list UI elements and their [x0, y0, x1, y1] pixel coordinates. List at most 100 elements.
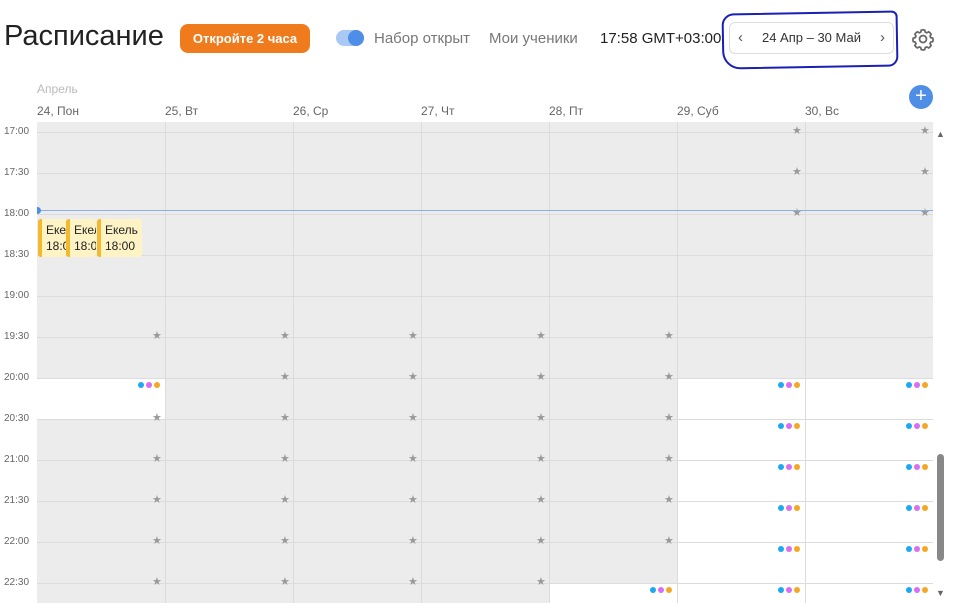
star-icon[interactable]: ★ [152, 452, 162, 465]
availability-dots [778, 423, 800, 429]
time-label: 19:30 [4, 331, 30, 342]
column-divider [805, 122, 806, 603]
column-divider [293, 122, 294, 603]
star-icon[interactable]: ★ [408, 575, 418, 588]
star-icon[interactable]: ★ [280, 493, 290, 506]
star-icon[interactable]: ★ [792, 206, 802, 219]
row-divider [37, 542, 933, 543]
availability-dots [650, 587, 672, 593]
availability-dots [778, 505, 800, 511]
open-hours-button[interactable]: Откройте 2 часа [180, 24, 310, 53]
star-icon[interactable]: ★ [408, 329, 418, 342]
open-slot[interactable] [549, 583, 677, 603]
toggle-knob [348, 30, 364, 46]
star-icon[interactable]: ★ [536, 329, 546, 342]
event-title: Екель [105, 223, 138, 237]
star-icon[interactable]: ★ [152, 493, 162, 506]
row-divider [37, 337, 933, 338]
day-header: 25, Вт [165, 104, 199, 118]
star-icon[interactable]: ★ [664, 534, 674, 547]
open-slot[interactable] [805, 378, 933, 603]
time-label: 22:30 [4, 577, 30, 588]
star-icon[interactable]: ★ [536, 452, 546, 465]
star-icon[interactable]: ★ [792, 124, 802, 137]
star-icon[interactable]: ★ [664, 329, 674, 342]
star-icon[interactable]: ★ [408, 370, 418, 383]
star-icon[interactable]: ★ [664, 452, 674, 465]
star-icon[interactable]: ★ [408, 411, 418, 424]
availability-dots [778, 587, 800, 593]
time-label: 19:00 [4, 290, 30, 301]
star-icon[interactable]: ★ [280, 329, 290, 342]
star-icon[interactable]: ★ [920, 206, 930, 219]
star-icon[interactable]: ★ [536, 534, 546, 547]
time-label: 17:30 [4, 167, 30, 178]
star-icon[interactable]: ★ [920, 165, 930, 178]
star-icon[interactable]: ★ [664, 411, 674, 424]
time-label: 18:30 [4, 249, 30, 260]
row-divider [37, 501, 933, 502]
star-icon[interactable]: ★ [152, 329, 162, 342]
app-header: Расписание Откройте 2 часа Набор открыт … [0, 0, 956, 74]
star-icon[interactable]: ★ [408, 534, 418, 547]
star-icon[interactable]: ★ [664, 370, 674, 383]
star-icon[interactable]: ★ [536, 493, 546, 506]
star-icon[interactable]: ★ [152, 575, 162, 588]
date-range-selector[interactable]: ‹ 24 Апр – 30 Май › [729, 22, 894, 54]
day-header: 28, Пт [549, 104, 584, 118]
star-icon[interactable]: ★ [280, 575, 290, 588]
scroll-up-arrow[interactable]: ▲ [936, 129, 945, 139]
availability-dots [906, 546, 928, 552]
star-icon[interactable]: ★ [152, 534, 162, 547]
time-label: 20:00 [4, 372, 30, 383]
column-divider [165, 122, 166, 603]
schedule-grid: Апрель 24, Пон 25, Вт 26, Ср 27, Чт 28, Пт 29… [0, 74, 956, 603]
star-icon[interactable]: ★ [792, 165, 802, 178]
time-label: 21:30 [4, 495, 30, 506]
column-divider [421, 122, 422, 603]
star-icon[interactable]: ★ [280, 452, 290, 465]
row-divider [37, 460, 933, 461]
lesson-event[interactable]: Екель 18:00 [97, 219, 142, 257]
row-divider [37, 583, 933, 584]
time-label: 22:00 [4, 536, 30, 547]
star-icon[interactable]: ★ [280, 534, 290, 547]
lesson-event[interactable]: Екел 18:00 [38, 219, 66, 257]
open-slot[interactable] [677, 378, 805, 603]
time-label: 20:30 [4, 413, 30, 424]
day-header: 26, Ср [293, 104, 329, 118]
day-header: 30, Вс [805, 104, 840, 118]
column-divider [677, 122, 678, 603]
enrollment-toggle[interactable] [336, 30, 364, 46]
star-icon[interactable]: ★ [536, 411, 546, 424]
chevron-right-icon[interactable]: › [880, 29, 885, 46]
lesson-event[interactable]: Екел 18:00 [66, 219, 96, 257]
event-time: 18:00 [46, 239, 66, 253]
gear-icon[interactable] [910, 26, 936, 52]
calendar-body[interactable]: ★ ★ ★ ★ ★ ★ ★ ★ ★ ★ ★ ★ ★ ★ ★ ★ ★ ★ ★ ★ ★ ★ ★ ★ ★ ★ ★ ★ ★ ★ ★ ★ ★ ★ ★ ★ ★ ★ ★ Е… [37, 122, 933, 603]
event-title: Екел [46, 223, 66, 237]
availability-dots [778, 546, 800, 552]
my-students-link[interactable]: Мои ученики [489, 30, 578, 47]
availability-dots [906, 505, 928, 511]
time-label: 18:00 [4, 208, 30, 219]
star-icon[interactable]: ★ [408, 493, 418, 506]
star-icon[interactable]: ★ [280, 411, 290, 424]
star-icon[interactable]: ★ [280, 370, 290, 383]
star-icon[interactable]: ★ [408, 452, 418, 465]
availability-dots [906, 382, 928, 388]
time-label: 17:00 [4, 126, 30, 137]
scroll-down-arrow[interactable]: ▼ [936, 588, 945, 598]
scrollbar-thumb[interactable] [937, 454, 944, 561]
date-range-label: 24 Апр – 30 Май [761, 30, 861, 45]
day-header: 24, Пон [37, 104, 79, 118]
star-icon[interactable]: ★ [920, 124, 930, 137]
star-icon[interactable]: ★ [536, 370, 546, 383]
row-divider [37, 296, 933, 297]
star-icon[interactable]: ★ [536, 575, 546, 588]
enrollment-toggle-label[interactable]: Набор открыт [374, 30, 470, 47]
availability-dots [906, 587, 928, 593]
star-icon[interactable]: ★ [152, 411, 162, 424]
star-icon[interactable]: ★ [664, 493, 674, 506]
add-lesson-button[interactable]: + [909, 85, 933, 109]
